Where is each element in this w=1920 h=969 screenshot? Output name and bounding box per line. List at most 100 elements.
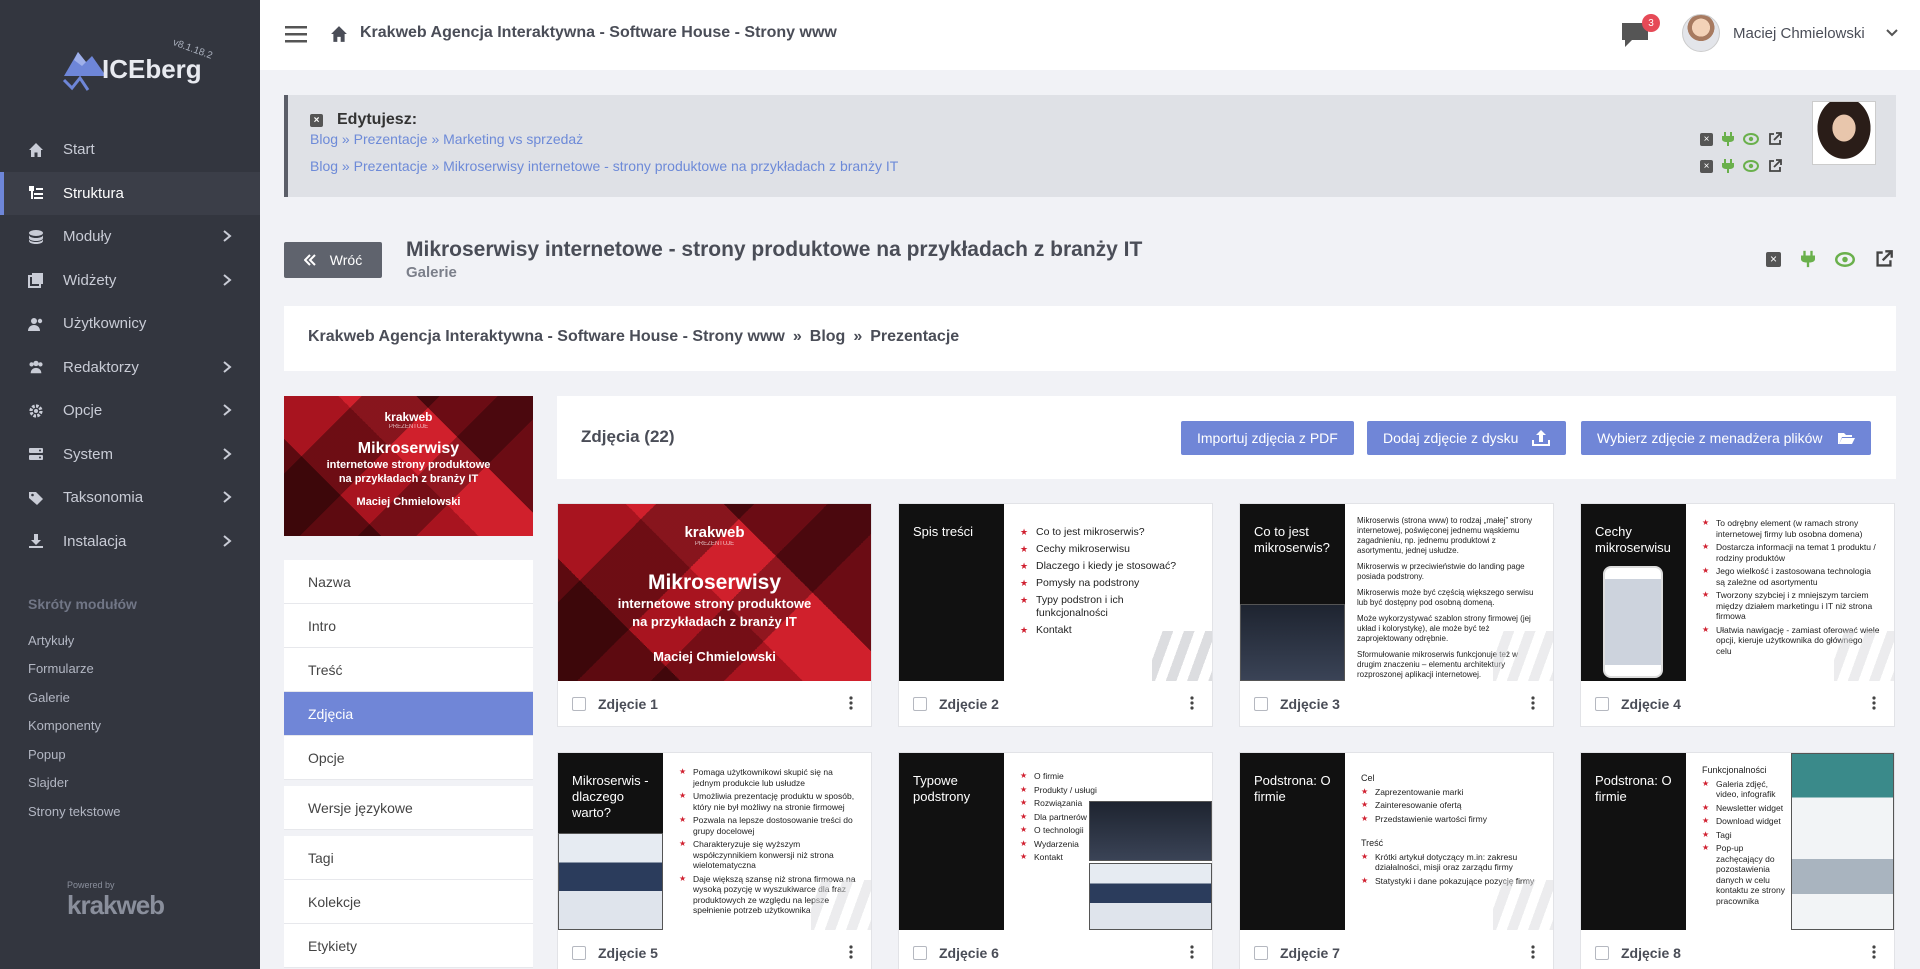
- photo-select-checkbox[interactable]: [1595, 945, 1609, 960]
- shortcut-strony-tekstowe[interactable]: Strony tekstowe: [28, 797, 121, 826]
- photo-card-8[interactable]: Podstrona: O firmie Funkcjonalności Gale…: [1580, 752, 1895, 969]
- tab-tagi[interactable]: Tagi: [284, 836, 533, 880]
- more-options-icon[interactable]: [1190, 945, 1194, 959]
- close-icon[interactable]: ×: [310, 113, 323, 127]
- tab-opcje[interactable]: Opcje: [284, 736, 533, 780]
- more-options-icon[interactable]: [849, 945, 853, 959]
- photo-thumbnail[interactable]: Spis treści Co to jest mikroserwis? Cech…: [899, 504, 1212, 681]
- path-link[interactable]: Mikroserwisy internetowe - strony produk…: [443, 158, 898, 174]
- photo-thumbnail[interactable]: Co to jest mikroserwis? Mikroserwis (str…: [1240, 504, 1553, 681]
- shortcut-slajder[interactable]: Slajder: [28, 769, 121, 798]
- photo-select-checkbox[interactable]: [913, 945, 927, 960]
- close-icon[interactable]: ×: [1700, 132, 1713, 146]
- shortcut-artykuly[interactable]: Artykuły: [28, 626, 121, 655]
- external-link-icon[interactable]: [1768, 132, 1782, 146]
- more-options-icon[interactable]: [1190, 696, 1194, 710]
- slide-tag: PREZENTUJE: [388, 424, 429, 430]
- sidebar-item-moduly[interactable]: Moduły: [0, 215, 260, 259]
- eye-icon[interactable]: [1743, 160, 1759, 172]
- eye-icon[interactable]: [1835, 251, 1855, 267]
- sidebar-item-redaktorzy[interactable]: Redaktorzy: [0, 346, 260, 390]
- sidebar-item-start[interactable]: Start: [0, 128, 260, 172]
- tab-etykiety[interactable]: Etykiety: [284, 924, 533, 968]
- tab-zdjecia[interactable]: Zdjęcia: [284, 692, 533, 736]
- photo-card-5[interactable]: Mikroserwis - dlaczego warto? Pomaga uży…: [557, 752, 872, 969]
- breadcrumb-item[interactable]: Prezentacje: [870, 328, 959, 345]
- more-options-icon[interactable]: [1872, 696, 1876, 710]
- sidebar-item-system[interactable]: System: [0, 433, 260, 477]
- slide-list-item: Zainteresowanie ofertą: [1361, 800, 1539, 811]
- photo-card-6[interactable]: Typowe podstrony O firmie Produkty / usł…: [898, 752, 1213, 969]
- slide-subheading: Funkcjonalności: [1702, 765, 1767, 775]
- breadcrumb-item[interactable]: Blog: [810, 328, 846, 345]
- sidebar-item-widzety[interactable]: Widżety: [0, 259, 260, 303]
- photo-thumbnail[interactable]: Podstrona: O firmie Funkcjonalności Gale…: [1581, 753, 1894, 930]
- sidebar-item-taksonomia[interactable]: Taksonomia: [0, 476, 260, 520]
- path-link[interactable]: Prezentacje: [354, 131, 428, 147]
- photo-thumbnail[interactable]: Cechy mikroserwisu To odrębny element (w…: [1581, 504, 1894, 681]
- photo-thumbnail[interactable]: Podstrona: O firmie Cel Zaprezentowanie …: [1240, 753, 1553, 930]
- photo-select-checkbox[interactable]: [572, 696, 586, 711]
- photo-select-checkbox[interactable]: [1254, 945, 1268, 960]
- add-from-disk-button[interactable]: Dodaj zdjęcie z dysku: [1367, 421, 1567, 455]
- photo-thumbnail[interactable]: Mikroserwis - dlaczego warto? Pomaga uży…: [558, 753, 871, 930]
- photo-thumbnail[interactable]: krakweb PREZENTUJE Mikroserwisy internet…: [558, 504, 871, 681]
- photo-card-4[interactable]: Cechy mikroserwisu To odrębny element (w…: [1580, 503, 1895, 727]
- path-link[interactable]: Marketing vs sprzedaż: [443, 131, 583, 147]
- editing-item-thumbnail[interactable]: [1812, 101, 1876, 165]
- shortcut-galerie[interactable]: Galerie: [28, 683, 121, 712]
- sidebar-item-opcje[interactable]: Opcje: [0, 389, 260, 433]
- tab-intro[interactable]: Intro: [284, 604, 533, 648]
- slide-author: Maciej Chmielowski: [356, 496, 461, 508]
- close-icon[interactable]: ×: [1766, 251, 1781, 267]
- sidebar-item-uzytkownicy[interactable]: Użytkownicy: [0, 302, 260, 346]
- eye-icon[interactable]: [1743, 133, 1759, 145]
- photo-thumbnail[interactable]: Typowe podstrony O firmie Produkty / usł…: [899, 753, 1212, 930]
- path-link[interactable]: Blog: [310, 131, 338, 147]
- more-options-icon[interactable]: [849, 696, 853, 710]
- photo-card-3[interactable]: Co to jest mikroserwis? Mikroserwis (str…: [1239, 503, 1554, 727]
- external-link-icon[interactable]: [1768, 159, 1782, 173]
- sidebar-item-instalacja[interactable]: Instalacja: [0, 520, 260, 564]
- external-link-icon[interactable]: [1875, 250, 1893, 268]
- file-manager-button[interactable]: Wybierz zdjęcie z menadżera plików: [1581, 421, 1871, 455]
- hamburger-menu-icon[interactable]: [285, 24, 307, 44]
- plug-icon[interactable]: [1801, 250, 1815, 268]
- user-name[interactable]: Maciej Chmielowski: [1733, 25, 1865, 42]
- path-link[interactable]: Blog: [310, 158, 338, 174]
- path-link[interactable]: Prezentacje: [354, 158, 428, 174]
- shortcut-popup[interactable]: Popup: [28, 740, 121, 769]
- breadcrumb-item[interactable]: Krakweb Agencja Interaktywna - Software …: [308, 328, 785, 345]
- photo-card-7[interactable]: Podstrona: O firmie Cel Zaprezentowanie …: [1239, 752, 1554, 969]
- server-icon: [28, 446, 44, 462]
- tab-nazwa[interactable]: Nazwa: [284, 560, 533, 604]
- cover-thumbnail[interactable]: krakweb PREZENTUJE Mikroserwisy internet…: [284, 396, 533, 536]
- more-options-icon[interactable]: [1531, 945, 1535, 959]
- shortcut-formularze[interactable]: Formularze: [28, 655, 121, 684]
- photo-select-checkbox[interactable]: [913, 696, 927, 711]
- tab-tresc[interactable]: Treść: [284, 648, 533, 692]
- slide-list-item: Jego wielkość i zastosowana technologia …: [1702, 566, 1880, 587]
- chevron-down-icon[interactable]: [1885, 28, 1899, 38]
- photo-card-2[interactable]: Spis treści Co to jest mikroserwis? Cech…: [898, 503, 1213, 727]
- sidebar-item-struktura[interactable]: Struktura: [0, 171, 260, 215]
- close-icon[interactable]: ×: [1700, 159, 1713, 173]
- slide-list-item: To odrębny element (w ramach strony inte…: [1702, 518, 1880, 539]
- plug-icon[interactable]: [1722, 159, 1734, 173]
- more-options-icon[interactable]: [1531, 696, 1535, 710]
- photo-select-checkbox[interactable]: [572, 945, 586, 960]
- user-avatar[interactable]: [1682, 14, 1720, 52]
- more-options-icon[interactable]: [1872, 945, 1876, 959]
- import-pdf-button[interactable]: Importuj zdjęcia z PDF: [1181, 421, 1354, 455]
- plug-icon[interactable]: [1722, 132, 1734, 146]
- krakweb-logo[interactable]: krakweb: [67, 890, 165, 921]
- back-button[interactable]: Wróć: [284, 242, 382, 278]
- photo-select-checkbox[interactable]: [1595, 696, 1609, 711]
- tab-kolekcje[interactable]: Kolekcje: [284, 880, 533, 924]
- home-icon[interactable]: [330, 25, 348, 43]
- tab-wersje-jezykowe[interactable]: Wersje językowe: [284, 786, 533, 830]
- photo-select-checkbox[interactable]: [1254, 696, 1268, 711]
- photo-card-1[interactable]: krakweb PREZENTUJE Mikroserwisy internet…: [557, 503, 872, 727]
- shortcut-komponenty[interactable]: Komponenty: [28, 712, 121, 741]
- app-logo[interactable]: ICEberg v8.1.18.2: [60, 37, 230, 102]
